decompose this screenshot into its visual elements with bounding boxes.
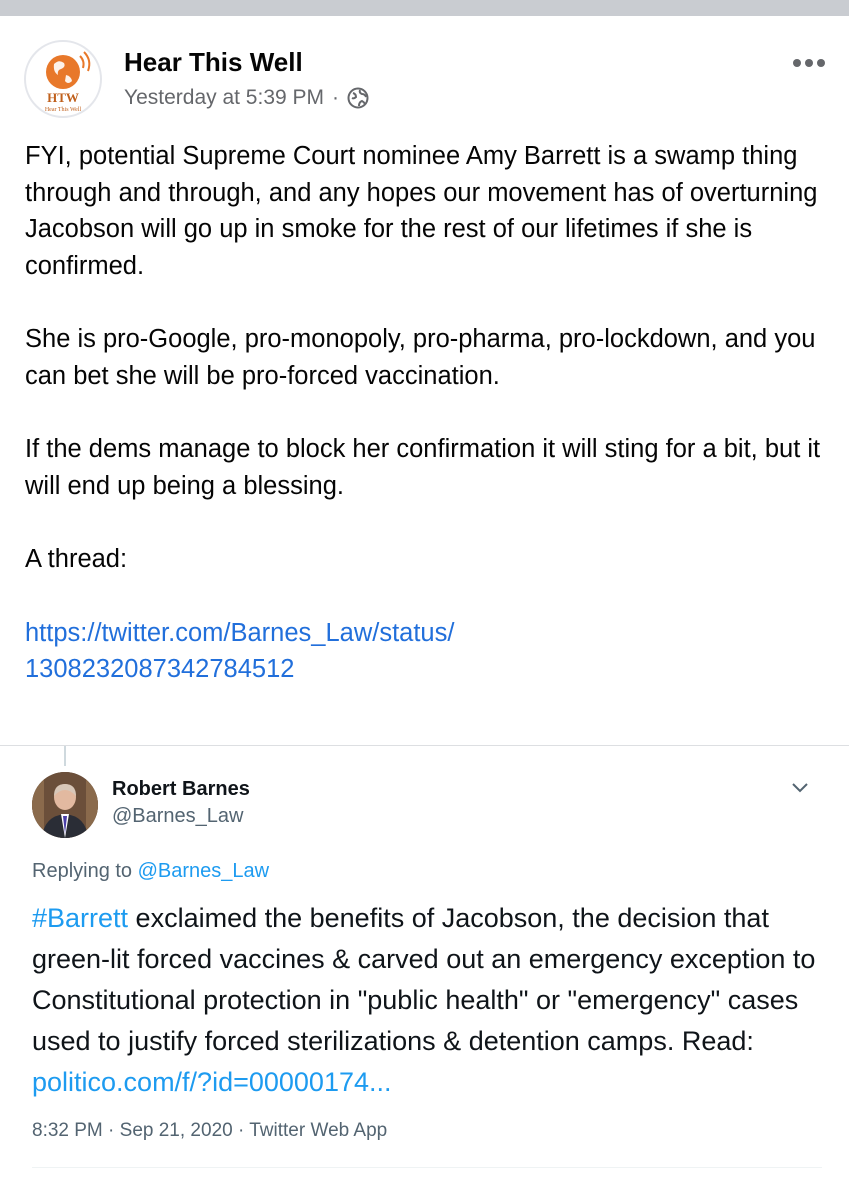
embed-bottom-border [32,1167,822,1168]
meta-separator: · [237,1120,245,1141]
tweet-source: Twitter Web App [249,1120,388,1141]
more-options-icon[interactable] [791,56,827,70]
page-avatar[interactable]: HTW Hear This Well [24,40,102,118]
post-paragraph: FYI, potential Supreme Court nominee Amy… [25,142,818,280]
tweet-date[interactable]: Sep 21, 2020 [120,1120,233,1141]
meta-separator: · [108,1120,115,1141]
post-text: FYI, potential Supreme Court nominee Amy… [25,138,825,688]
post-link[interactable]: https://twitter.com/Barnes_Law/status/ 1… [25,615,825,688]
replying-mention[interactable]: @Barnes_Law [138,860,269,882]
post-meta: Yesterday at 5:39 PM · [124,86,369,110]
post-timestamp[interactable]: Yesterday at 5:39 PM [124,86,324,110]
replying-prefix: Replying to [32,860,133,882]
tweet-author-avatar[interactable] [32,772,98,838]
divider [0,745,849,746]
embedded-tweet[interactable]: Robert Barnes @Barnes_Law Replying to @B… [0,750,849,1200]
tweet-author-handle[interactable]: @Barnes_Law [112,805,243,828]
chevron-down-icon[interactable] [791,782,809,794]
thread-connector [64,746,66,766]
post-link-line1[interactable]: https://twitter.com/Barnes_Law/status/ [25,619,454,647]
svg-text:Hear This Well: Hear This Well [45,107,82,113]
post-header: HTW Hear This Well Hear This Well Yester… [0,16,849,126]
tweet-time[interactable]: 8:32 PM [32,1120,103,1141]
meta-separator: · [332,86,340,109]
tweet-body: exclaimed the benefits of Jacobson, the … [32,903,816,1056]
post-paragraph: A thread: [25,545,128,573]
svg-text:HTW: HTW [47,90,79,105]
replying-to: Replying to @Barnes_Law [32,860,269,883]
tweet-author-name[interactable]: Robert Barnes [112,778,250,801]
globe-icon[interactable] [347,87,369,109]
tweet-meta: 8:32 PM · Sep 21, 2020 · Twitter Web App [32,1120,387,1142]
tweet-url-link[interactable]: politico.com/f/?id=00000174... [32,1067,392,1097]
post-link-line2[interactable]: 1308232087342784512 [25,655,294,683]
page-name[interactable]: Hear This Well [124,47,303,78]
post-paragraph: She is pro-Google, pro-monopoly, pro-pha… [25,325,816,390]
top-edge [0,0,849,16]
htw-logo-icon: HTW Hear This Well [45,51,91,113]
tweet-text: #Barrett exclaimed the benefits of Jacob… [32,898,822,1103]
post-paragraph: If the dems manage to block her confirma… [25,435,821,500]
hashtag-link[interactable]: #Barrett [32,903,128,933]
